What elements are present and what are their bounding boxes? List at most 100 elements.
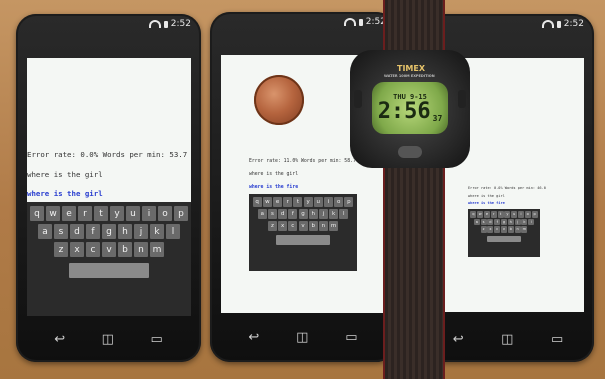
- back-icon[interactable]: ↩: [54, 332, 65, 347]
- key-w[interactable]: w: [46, 206, 60, 221]
- key-t[interactable]: t: [94, 206, 108, 221]
- wifi-icon: [148, 20, 161, 28]
- key-i[interactable]: i: [142, 206, 156, 221]
- key-s[interactable]: s: [54, 224, 68, 239]
- key-i[interactable]: i: [323, 197, 333, 207]
- space-key[interactable]: [487, 235, 521, 242]
- key-c[interactable]: c: [86, 242, 100, 257]
- key-e[interactable]: e: [62, 206, 76, 221]
- key-r[interactable]: r: [78, 206, 92, 221]
- key-k[interactable]: k: [150, 224, 164, 239]
- key-s[interactable]: s: [267, 209, 277, 219]
- recent-apps-icon[interactable]: ▭: [345, 330, 357, 345]
- wifi-icon: [541, 20, 554, 28]
- key-d[interactable]: d: [70, 224, 84, 239]
- key-z[interactable]: z: [480, 226, 487, 233]
- key-y[interactable]: y: [110, 206, 124, 221]
- key-l[interactable]: l: [528, 218, 535, 225]
- keyboard-row: asdfghjkl: [468, 218, 540, 225]
- recent-apps-icon[interactable]: ▭: [150, 332, 162, 347]
- key-k[interactable]: k: [329, 209, 339, 219]
- nav-bar: ↩ ◫ ▭: [230, 330, 376, 345]
- key-t[interactable]: t: [293, 197, 303, 207]
- key-t[interactable]: t: [497, 211, 504, 218]
- key-n[interactable]: n: [318, 221, 328, 231]
- watch-button-left[interactable]: [354, 90, 362, 108]
- key-h[interactable]: h: [507, 218, 514, 225]
- key-g[interactable]: g: [501, 218, 507, 225]
- space-key[interactable]: [276, 235, 330, 245]
- key-d[interactable]: d: [487, 218, 494, 225]
- key-x[interactable]: x: [487, 226, 494, 233]
- key-o[interactable]: o: [334, 197, 344, 207]
- home-icon[interactable]: ◫: [296, 330, 308, 345]
- key-f[interactable]: f: [288, 209, 298, 219]
- key-w[interactable]: w: [477, 211, 484, 218]
- key-a[interactable]: a: [257, 209, 267, 219]
- key-u[interactable]: u: [511, 211, 518, 218]
- key-e[interactable]: e: [484, 211, 490, 218]
- key-z[interactable]: z: [54, 242, 68, 257]
- back-icon[interactable]: ↩: [248, 330, 259, 345]
- key-o[interactable]: o: [158, 206, 172, 221]
- key-q[interactable]: q: [470, 211, 477, 218]
- key-f[interactable]: f: [494, 218, 501, 225]
- key-g[interactable]: g: [102, 224, 116, 239]
- key-o[interactable]: o: [524, 211, 531, 218]
- key-z[interactable]: z: [267, 221, 277, 231]
- key-u[interactable]: u: [313, 197, 323, 207]
- status-time: 2:52: [170, 19, 191, 29]
- watch-button-right[interactable]: [458, 90, 466, 108]
- key-n[interactable]: n: [514, 226, 521, 233]
- key-p[interactable]: p: [174, 206, 188, 221]
- key-c[interactable]: c: [494, 226, 501, 233]
- key-i[interactable]: i: [517, 211, 524, 218]
- key-v[interactable]: v: [501, 226, 507, 233]
- key-l[interactable]: l: [166, 224, 180, 239]
- key-s[interactable]: s: [480, 218, 487, 225]
- key-d[interactable]: d: [278, 209, 288, 219]
- recent-apps-icon[interactable]: ▭: [551, 332, 563, 347]
- key-m[interactable]: m: [150, 242, 164, 257]
- key-k[interactable]: k: [521, 218, 528, 225]
- key-g[interactable]: g: [298, 209, 308, 219]
- home-icon[interactable]: ◫: [501, 332, 513, 347]
- key-p[interactable]: p: [531, 211, 538, 218]
- watch-indiglo-button[interactable]: [398, 146, 422, 158]
- key-j[interactable]: j: [514, 218, 521, 225]
- key-a[interactable]: a: [473, 218, 480, 225]
- key-n[interactable]: n: [134, 242, 148, 257]
- key-r[interactable]: r: [490, 211, 497, 218]
- key-j[interactable]: j: [318, 209, 328, 219]
- key-y[interactable]: y: [504, 211, 511, 218]
- key-a[interactable]: a: [38, 224, 52, 239]
- key-m[interactable]: m: [521, 226, 528, 233]
- key-f[interactable]: f: [86, 224, 100, 239]
- key-h[interactable]: h: [308, 209, 318, 219]
- key-q[interactable]: q: [252, 197, 262, 207]
- key-j[interactable]: j: [134, 224, 148, 239]
- key-y[interactable]: y: [303, 197, 313, 207]
- key-v[interactable]: v: [102, 242, 116, 257]
- key-x[interactable]: x: [278, 221, 288, 231]
- wifi-icon: [343, 18, 356, 26]
- key-e[interactable]: e: [273, 197, 283, 207]
- key-b[interactable]: b: [308, 221, 318, 231]
- key-w[interactable]: w: [262, 197, 272, 207]
- key-c[interactable]: c: [288, 221, 298, 231]
- home-icon[interactable]: ◫: [102, 332, 114, 347]
- back-icon[interactable]: ↩: [453, 332, 464, 347]
- key-v[interactable]: v: [298, 221, 308, 231]
- key-b[interactable]: b: [118, 242, 132, 257]
- key-p[interactable]: p: [344, 197, 354, 207]
- key-u[interactable]: u: [126, 206, 140, 221]
- key-h[interactable]: h: [118, 224, 132, 239]
- key-q[interactable]: q: [30, 206, 44, 221]
- keyboard-row: zxcvbnm: [249, 221, 357, 231]
- key-b[interactable]: b: [507, 226, 514, 233]
- key-x[interactable]: x: [70, 242, 84, 257]
- space-key[interactable]: [69, 263, 149, 278]
- key-l[interactable]: l: [339, 209, 349, 219]
- key-r[interactable]: r: [283, 197, 293, 207]
- key-m[interactable]: m: [329, 221, 339, 231]
